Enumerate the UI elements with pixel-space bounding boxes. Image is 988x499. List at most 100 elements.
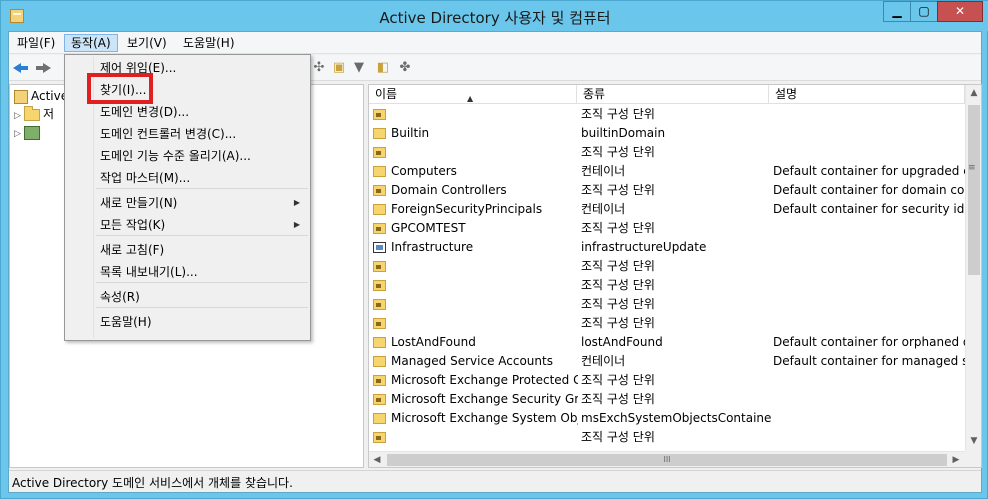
cell-description (773, 238, 965, 257)
scroll-left-icon[interactable]: ◀ (369, 452, 385, 467)
highlight-annotation (87, 73, 153, 104)
list-item[interactable]: 조직 구성 단위 (369, 257, 965, 276)
scroll-up-icon[interactable]: ▲ (966, 85, 981, 102)
ad-root-icon (14, 89, 28, 104)
delegate-icon[interactable]: ✤ (397, 60, 413, 76)
back-arrow-icon[interactable] (13, 60, 29, 76)
maximize-button[interactable]: ▢ (910, 1, 938, 22)
list-item[interactable]: Microsoft Exchange System Obj... msExchSy… (369, 409, 965, 428)
item-name: LostAndFound (391, 335, 476, 349)
cell-type: infrastructureUpdate (581, 240, 707, 254)
list-item[interactable]: 조직 구성 단위 (369, 143, 965, 162)
menu-item-label: 목록 내보내기(L)... (100, 265, 198, 279)
cell-name (373, 143, 578, 162)
menu-refresh[interactable]: 새로 고침(F) (94, 239, 308, 261)
list-item[interactable]: Builtin builtinDomain (369, 124, 965, 143)
menu-help[interactable]: 도움말(H) (177, 34, 241, 52)
menu-properties[interactable]: 속성(R) (94, 286, 308, 308)
column-header-name[interactable]: 이름 ▲ (369, 85, 577, 104)
submenu-arrow-icon: ▶ (293, 198, 300, 207)
scroll-right-icon[interactable]: ▶ (948, 452, 964, 467)
item-name: Microsoft Exchange Protected G... (391, 373, 578, 387)
list-item[interactable]: GPCOMTEST 조직 구성 단위 (369, 219, 965, 238)
menu-separator (96, 307, 308, 308)
menu-new[interactable]: 새로 만들기(N) ▶ (94, 192, 308, 214)
scroll-down-icon[interactable]: ▼ (966, 433, 981, 450)
horizontal-scroll-thumb[interactable]: III (387, 454, 947, 466)
cell-name (373, 314, 578, 333)
cell-type: msExchSystemObjectsContainer (581, 411, 771, 425)
menu-raise-level[interactable]: 도메인 기능 수준 올리기(A)... (94, 145, 308, 167)
minimize-button[interactable]: ▁ (883, 1, 911, 22)
menu-change-domain[interactable]: 도메인 변경(D)... (94, 101, 308, 123)
menu-action[interactable]: 동작(A) (64, 34, 118, 52)
menu-item-label: 도메인 기능 수준 올리기(A)... (100, 149, 251, 163)
cell-type: 조직 구성 단위 (581, 183, 655, 197)
vertical-scrollbar[interactable]: ▲ ≡ ▼ (965, 85, 981, 451)
list-rows: 조직 구성 단위 Builtin builtinDomain 조직 구성 단위 Comp… (369, 105, 965, 453)
cell-type: 컨테이너 (581, 354, 626, 368)
expand-arrow-icon[interactable]: ▷ (14, 125, 24, 143)
item-name: Managed Service Accounts (391, 354, 553, 368)
cell-type: builtinDomain (581, 126, 666, 140)
tree-item-domain[interactable]: ▷ (14, 123, 43, 141)
infrastructure-icon (373, 242, 386, 253)
list-item[interactable]: Managed Service Accounts 컨테이너 Default cont… (369, 352, 965, 371)
org-unit-icon (373, 147, 386, 158)
forward-arrow-icon[interactable] (35, 60, 51, 76)
cell-description: Default container for orphaned obje (773, 335, 965, 349)
cell-type: 조직 구성 단위 (581, 297, 655, 311)
cell-name: Microsoft Exchange Protected G... (373, 371, 578, 390)
list-item[interactable]: Domain Controllers 조직 구성 단위 Default contai… (369, 181, 965, 200)
column-header-type[interactable]: 종류 (577, 85, 769, 104)
cell-name (373, 257, 578, 276)
close-button[interactable]: ✕ (937, 1, 983, 22)
list-item[interactable]: ForeignSecurityPrincipals 컨테이너 Default con… (369, 200, 965, 219)
cell-type: 조직 구성 단위 (581, 430, 655, 444)
list-item[interactable]: LostAndFound lostAndFound Default containe… (369, 333, 965, 352)
cell-name: Managed Service Accounts (373, 352, 578, 371)
list-item[interactable]: 조직 구성 단위 (369, 314, 965, 333)
org-unit-icon (373, 223, 386, 234)
cell-description: Default container for domain contro (773, 183, 965, 197)
org-unit-icon (373, 394, 386, 405)
item-name: Microsoft Exchange Security Gr... (391, 392, 578, 406)
menu-operations-masters[interactable]: 작업 마스터(M)... (94, 167, 308, 189)
menu-item-label: 속성(R) (100, 290, 140, 304)
menu-all-tasks[interactable]: 모든 작업(K) ▶ (94, 214, 308, 236)
cell-description (773, 124, 965, 143)
cell-description (773, 390, 965, 409)
horizontal-scrollbar[interactable]: ◀ III ▶ (369, 451, 965, 467)
container-folder-icon (373, 356, 386, 367)
menu-item-label: 새로 만들기(N) (100, 196, 178, 210)
cell-name: Infrastructure (373, 238, 578, 257)
cell-type: 조직 구성 단위 (581, 278, 655, 292)
menu-change-dc[interactable]: 도메인 컨트롤러 변경(C)... (94, 123, 308, 145)
cell-description (773, 257, 965, 276)
cell-description (773, 428, 965, 447)
list-item[interactable]: Microsoft Exchange Security Gr... 조직 구성 단… (369, 390, 965, 409)
vertical-scroll-thumb[interactable] (968, 105, 980, 275)
org-unit-icon (373, 375, 386, 386)
list-item[interactable]: Microsoft Exchange Protected G... 조직 구성 단… (369, 371, 965, 390)
list-item[interactable]: 조직 구성 단위 (369, 276, 965, 295)
menu-export-list[interactable]: 목록 내보내기(L)... (94, 261, 308, 283)
list-item[interactable]: 조직 구성 단위 (369, 428, 965, 447)
new-ou-icon[interactable]: ▣ (331, 60, 347, 76)
menu-file[interactable]: 파일(F) (11, 34, 61, 52)
menu-view[interactable]: 보기(V) (121, 34, 173, 52)
menu-help-item[interactable]: 도움말(H) (94, 311, 308, 333)
list-item[interactable]: 조직 구성 단위 (369, 105, 965, 124)
list-item[interactable]: 조직 구성 단위 (369, 295, 965, 314)
cell-description (773, 105, 965, 124)
list-item[interactable]: Infrastructure infrastructureUpdate (369, 238, 965, 257)
title-bar[interactable]: Active Directory 사용자 및 컴퓨터 ▁ ▢ ✕ (1, 1, 988, 31)
new-group-icon[interactable]: ✣ (311, 60, 327, 76)
tree-item-root[interactable]: Active (14, 87, 68, 105)
column-header-description[interactable]: 설명 (769, 85, 965, 104)
filter-icon[interactable]: ▼ (351, 60, 367, 76)
list-item[interactable]: Computers 컨테이너 Default container for upgra… (369, 162, 965, 181)
find-icon[interactable]: ◧ (375, 60, 391, 76)
tree-item-saved-queries[interactable]: ▷ 저 (14, 105, 54, 123)
org-unit-icon (373, 109, 386, 120)
